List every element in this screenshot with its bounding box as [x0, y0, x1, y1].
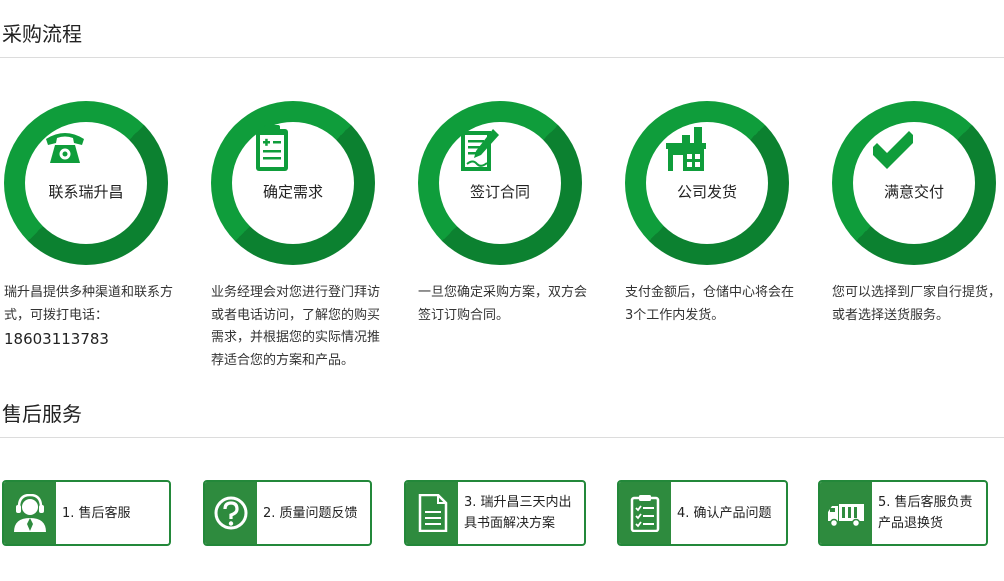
- step-label: 确定需求: [262, 183, 323, 201]
- telephone-icon: [46, 133, 84, 163]
- service-item-customer-service[interactable]: 1. 售后客服: [2, 480, 171, 546]
- step-contact: 联系瑞升昌 瑞升昌提供多种渠道和联系方式，可拨打电话： 18603113783: [4, 101, 174, 348]
- truck-icon: [828, 504, 864, 528]
- document-icon: [418, 494, 448, 532]
- service-item-quality-feedback[interactable]: 2. 质量问题反馈: [203, 480, 372, 546]
- step-label: 公司发货: [676, 183, 737, 201]
- purchase-divider: [0, 57, 1004, 58]
- service-item-label: 2. 质量问题反馈: [263, 505, 358, 521]
- phone-number: 18603113783: [4, 330, 109, 348]
- step-label: 签订合同: [469, 183, 530, 201]
- step-shipping: 公司发货 支付金额后，仓储中心将会在3个工作内发货。: [625, 101, 795, 323]
- contract-signing-icon: [461, 129, 499, 171]
- purchase-section-title: 采购流程: [2, 22, 82, 46]
- step-description: 一旦您确定采购方案，双方会签订订购合同。: [418, 285, 588, 323]
- service-item-label: 5. 售后客服负责产品退换货: [878, 495, 973, 531]
- step-circle[interactable]: 公司发货: [625, 101, 789, 265]
- step-circle[interactable]: 确定需求: [211, 101, 375, 265]
- step-description: 您可以选择到厂家自行提货，或者选择送货服务。: [832, 285, 1002, 323]
- service-item-label: 3. 瑞升昌三天内出具书面解决方案: [464, 495, 572, 531]
- aftersales-divider: [0, 437, 1004, 438]
- step-label: 联系瑞升昌: [48, 183, 124, 201]
- warehouse-icon: [666, 127, 706, 171]
- service-item-label: 1. 售后客服: [62, 505, 131, 521]
- customer-service-icon: [14, 494, 46, 532]
- step-circle[interactable]: 签订合同: [418, 101, 582, 265]
- checkmark-icon: [873, 131, 913, 169]
- aftersales-section-title: 售后服务: [2, 402, 82, 426]
- question-icon: [214, 496, 248, 530]
- step-description: 支付金额后，仓储中心将会在3个工作内发货。: [625, 285, 795, 323]
- step-requirements: 确定需求 业务经理会对您进行登门拜访或者电话访问，了解您的购买需求，并根据您的实…: [211, 101, 381, 368]
- service-item-return-exchange[interactable]: 5. 售后客服负责产品退换货: [818, 480, 988, 546]
- clipboard-icon: [256, 125, 288, 171]
- service-item-confirm-problem[interactable]: 4. 确认产品问题: [617, 480, 788, 546]
- service-item-label: 4. 确认产品问题: [677, 505, 772, 521]
- step-description: 瑞升昌提供多种渠道和联系方式，可拨打电话： 18603113783: [4, 282, 176, 351]
- step-description: 业务经理会对您进行登门拜访或者电话访问，了解您的购买需求，并根据您的实际情况推荐…: [211, 285, 381, 368]
- step-delivery: 满意交付 您可以选择到厂家自行提货，或者选择送货服务。: [832, 101, 1002, 323]
- step-label: 满意交付: [883, 183, 944, 201]
- step-contract: 签订合同 一旦您确定采购方案，双方会签订订购合同。: [418, 101, 588, 323]
- step-circle[interactable]: 满意交付: [832, 101, 996, 265]
- step-circle[interactable]: 联系瑞升昌: [4, 101, 168, 265]
- checklist-icon: [630, 495, 660, 532]
- service-item-written-solution[interactable]: 3. 瑞升昌三天内出具书面解决方案: [404, 480, 586, 546]
